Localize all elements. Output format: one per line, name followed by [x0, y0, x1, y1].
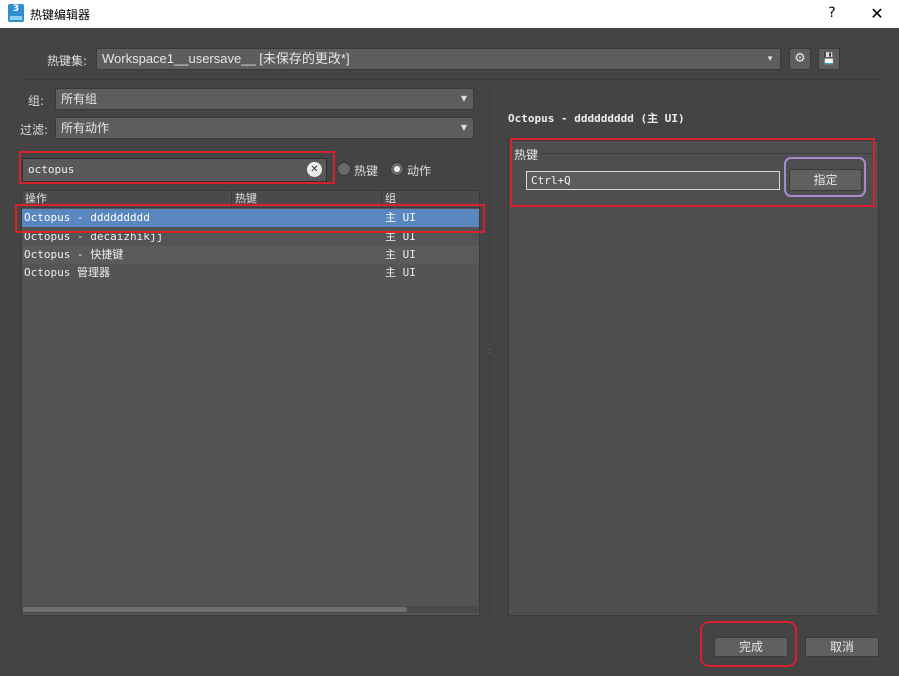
group-dropdown[interactable]: 所有组 ▼: [55, 88, 474, 110]
window-title: 热键编辑器: [30, 8, 91, 22]
cancel-button[interactable]: 取消: [805, 637, 879, 657]
hotkey-set-dropdown[interactable]: Workspace1__usersave__ [未保存的更改*] ▼: [96, 48, 781, 70]
dropdown-arrow-icon: ▼: [766, 54, 774, 63]
radio-hotkey[interactable]: [337, 162, 351, 176]
row-action: Octopus - 快捷键: [24, 248, 124, 261]
filter-value: 所有动作: [61, 121, 110, 135]
app-icon-label: 3: [12, 4, 20, 14]
dropdown-arrow-icon: ▼: [460, 94, 467, 103]
row-action: Octopus 管理器: [24, 266, 110, 279]
row-group: 主 UI: [385, 248, 416, 261]
table-row[interactable]: Octopus - 快捷键 主 UI: [22, 246, 479, 264]
row-action: Octopus - ddddddddd: [24, 211, 150, 224]
row-hotkey: [232, 228, 382, 246]
horizontal-scrollbar[interactable]: [23, 606, 478, 613]
splitter-grip-icon[interactable]: · · ·: [488, 342, 491, 358]
app-icon-band: [10, 16, 22, 20]
row-group: 主 UI: [385, 211, 416, 224]
app-3dsmax-icon: 3: [8, 4, 24, 22]
hotkey-detail-panel: [508, 140, 879, 616]
radio-hotkey-label[interactable]: 热键: [354, 162, 378, 179]
dropdown-arrow-icon: ▼: [460, 123, 467, 132]
done-button[interactable]: 完成: [714, 637, 788, 657]
row-hotkey: [232, 246, 382, 264]
help-button[interactable]: ?: [822, 3, 842, 23]
hotkey-set-settings-button[interactable]: ⚙: [789, 48, 811, 70]
filter-label: 过滤:: [20, 123, 49, 137]
assign-button[interactable]: 指定: [789, 169, 862, 191]
hotkey-set-label: 热键集:: [47, 54, 88, 68]
group-label: 组:: [28, 94, 45, 108]
hotkey-set-save-button[interactable]: 💾: [818, 48, 840, 70]
group-value: 所有组: [61, 92, 98, 106]
radio-action-label[interactable]: 动作: [407, 162, 431, 179]
row-action: Octopus - decaizhikjj: [24, 230, 164, 243]
hotkey-group-divider: [540, 153, 876, 154]
actions-table: 操作 热键 组 Octopus - ddddddddd 主 UI Octopus…: [21, 190, 480, 616]
column-header-action[interactable]: 操作: [22, 191, 232, 208]
column-header-hotkey[interactable]: 热键: [232, 191, 382, 208]
table-row[interactable]: Octopus - decaizhikjj 主 UI: [22, 228, 479, 246]
hotkey-set-value: Workspace1__usersave__ [未保存的更改*]: [102, 51, 350, 66]
row-group: 主 UI: [385, 230, 416, 243]
save-icon: 💾: [822, 52, 836, 65]
table-row[interactable]: Octopus - ddddddddd 主 UI: [22, 209, 479, 227]
column-header-group[interactable]: 组: [382, 191, 479, 208]
close-button[interactable]: ✕: [866, 3, 888, 25]
hotkey-group-label: 热键: [514, 148, 539, 162]
gear-icon: ⚙: [794, 51, 806, 66]
filter-dropdown[interactable]: 所有动作 ▼: [55, 117, 474, 139]
table-row[interactable]: Octopus 管理器 主 UI: [22, 264, 479, 282]
selected-action-title: Octopus - ddddddddd (主 UI): [508, 112, 685, 125]
table-header: 操作 热键 组: [22, 191, 479, 208]
radio-action[interactable]: [390, 162, 404, 176]
row-hotkey: [232, 209, 382, 227]
header-separator: [20, 79, 880, 80]
search-input[interactable]: octopus: [22, 158, 327, 182]
hotkey-input[interactable]: Ctrl+Q: [526, 171, 780, 190]
row-hotkey: [232, 264, 382, 282]
clear-search-icon[interactable]: ✕: [307, 162, 322, 177]
scrollbar-thumb[interactable]: [23, 607, 407, 612]
row-group: 主 UI: [385, 266, 416, 279]
title-bar: 3 热键编辑器 ? ✕: [0, 0, 899, 28]
